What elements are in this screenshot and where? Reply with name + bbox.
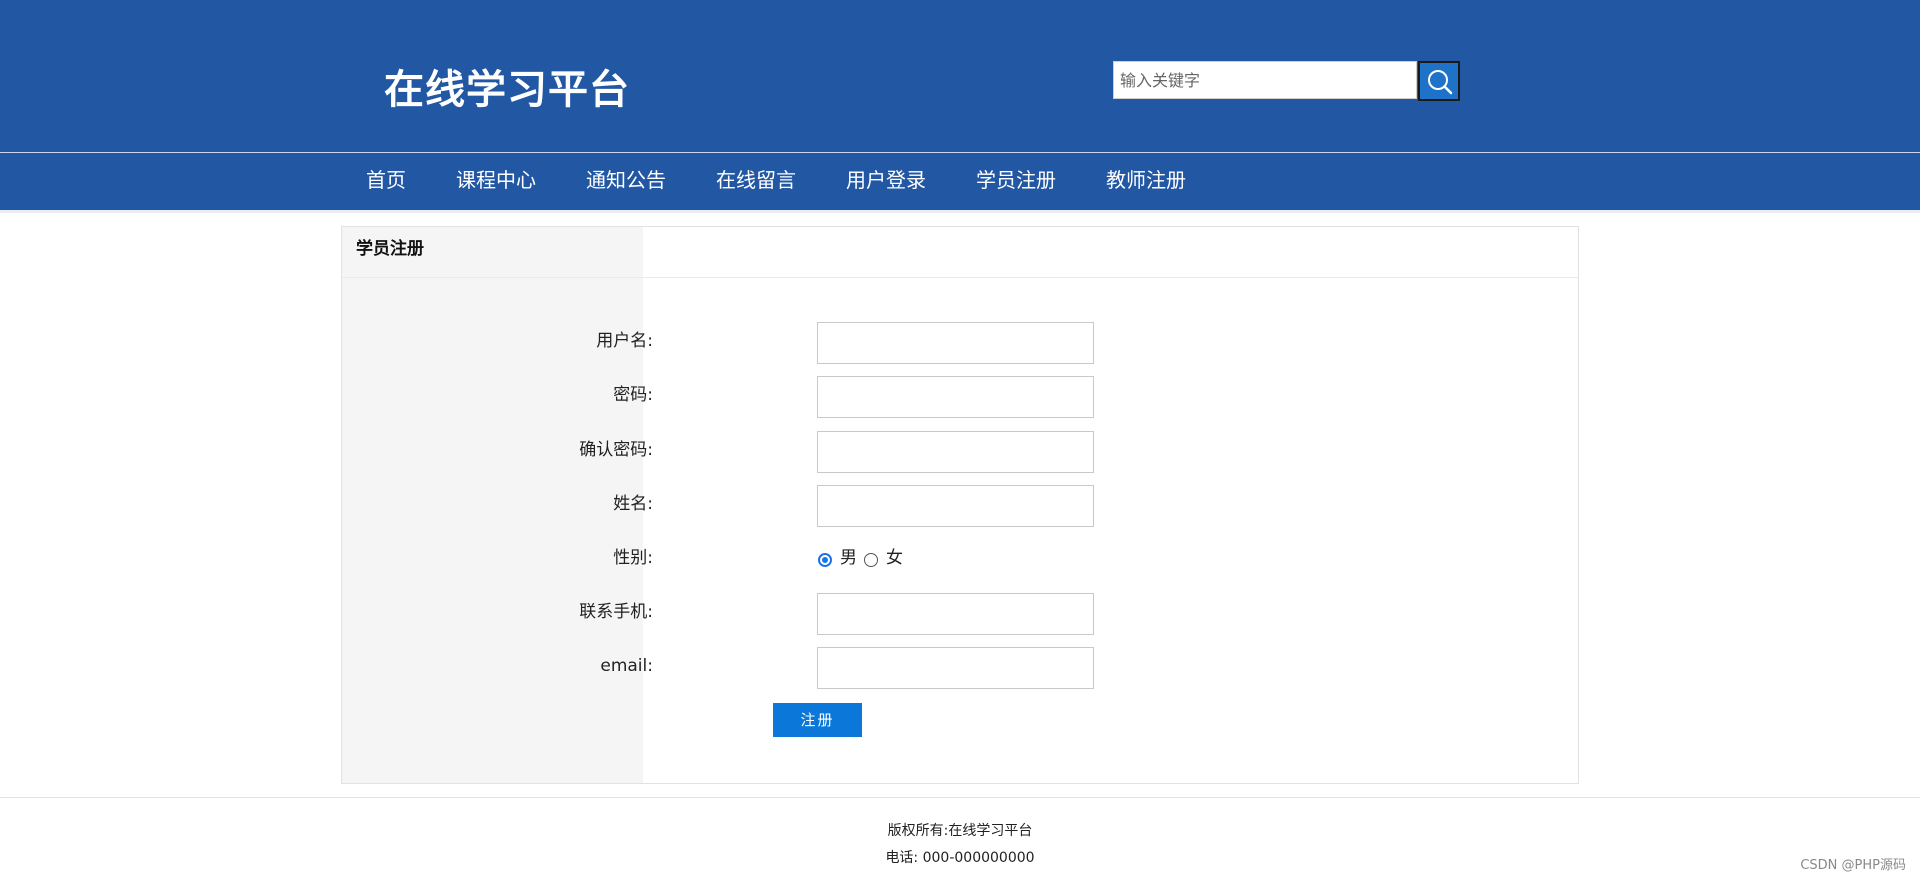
watermark: CSDN @PHP源码 — [1800, 858, 1906, 873]
nav-item-student-register[interactable]: 学员注册 — [976, 167, 1056, 193]
nav-item-courses[interactable]: 课程中心 — [456, 167, 536, 193]
password-input[interactable] — [817, 376, 1094, 418]
username-label: 用户名: — [596, 331, 653, 351]
gender-female-radio[interactable] — [864, 553, 878, 567]
register-button[interactable]: 注册 — [773, 703, 862, 737]
site-title[interactable]: 在线学习平台 — [384, 66, 630, 114]
search-input[interactable] — [1113, 61, 1417, 99]
email-label: email: — [600, 656, 653, 676]
search-icon — [1428, 70, 1453, 95]
gender-male-radio[interactable] — [818, 553, 832, 567]
nav-item-messages[interactable]: 在线留言 — [716, 167, 796, 193]
footer-copyright: 版权所有:在线学习平台 — [887, 823, 1033, 839]
nav-item-notices[interactable]: 通知公告 — [586, 167, 666, 193]
panel-title: 学员注册 — [356, 239, 424, 259]
nav-shadow — [0, 210, 1920, 213]
phone-label: 联系手机: — [579, 602, 653, 622]
confirm-password-label: 确认密码: — [579, 440, 653, 460]
gender-label: 性别: — [613, 548, 653, 568]
name-input[interactable] — [817, 485, 1094, 527]
name-label: 姓名: — [613, 494, 653, 514]
site-header: 在线学习平台 — [0, 0, 1920, 152]
panel-divider — [342, 277, 1578, 278]
confirm-password-input[interactable] — [817, 431, 1094, 473]
password-label: 密码: — [613, 385, 653, 405]
nav-item-login[interactable]: 用户登录 — [846, 167, 926, 193]
nav-item-teacher-register[interactable]: 教师注册 — [1106, 167, 1186, 193]
gender-female-label[interactable]: 女 — [886, 546, 903, 570]
gender-male-label[interactable]: 男 — [840, 546, 857, 570]
nav-item-home[interactable]: 首页 — [366, 167, 406, 193]
search-button[interactable] — [1418, 61, 1460, 101]
footer-phone: 电话: 000-000000000 — [885, 850, 1035, 866]
username-input[interactable] — [817, 322, 1094, 364]
email-input[interactable] — [817, 647, 1094, 689]
phone-input[interactable] — [817, 593, 1094, 635]
main-nav: 首页 课程中心 通知公告 在线留言 用户登录 学员注册 教师注册 — [0, 152, 1920, 210]
footer-divider — [0, 797, 1920, 798]
